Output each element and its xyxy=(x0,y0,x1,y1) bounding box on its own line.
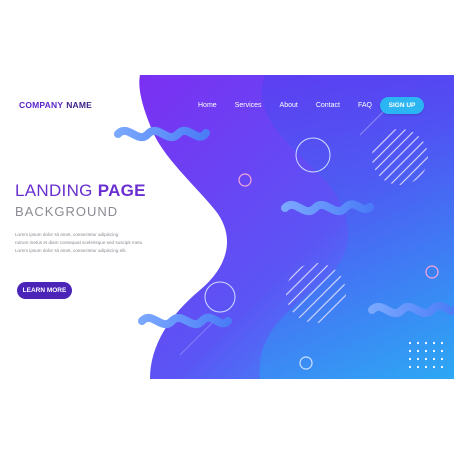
nav-faq[interactable]: FAQ xyxy=(358,102,372,109)
title-regular: LANDING xyxy=(15,181,93,200)
learn-more-button[interactable]: LEARN MORE xyxy=(17,282,72,299)
hero-frame xyxy=(0,75,454,379)
main-nav: Home Services About Contact FAQ xyxy=(198,102,390,109)
nav-services[interactable]: Services xyxy=(235,102,262,109)
paragraph-line: rutrum metus et diam consequat scelerisq… xyxy=(15,240,143,245)
logo-text-part1: COMPANY xyxy=(19,100,64,110)
page-title: LANDING PAGE xyxy=(15,181,146,201)
company-logo[interactable]: COMPANY NAME xyxy=(19,100,92,110)
page-subtitle: BACKGROUND xyxy=(15,204,119,219)
paragraph-line: Lorem ipsum dolor sit amet, consectetur … xyxy=(15,232,119,237)
title-bold: PAGE xyxy=(97,181,146,200)
nav-about[interactable]: About xyxy=(280,102,298,109)
squiggle xyxy=(114,126,210,142)
nav-contact[interactable]: Contact xyxy=(316,102,340,109)
nav-home[interactable]: Home xyxy=(198,102,217,109)
squiggle xyxy=(138,313,232,329)
sign-up-button[interactable]: SIGN UP xyxy=(380,97,424,114)
hero-background xyxy=(114,75,454,379)
paragraph-line: Lorem ipsum dolor sit amet, consectetur … xyxy=(15,248,127,253)
squiggle xyxy=(281,200,374,216)
logo-text-part2: NAME xyxy=(66,100,93,110)
hero-paragraph: Lorem ipsum dolor sit amet, consectetur … xyxy=(15,231,165,255)
